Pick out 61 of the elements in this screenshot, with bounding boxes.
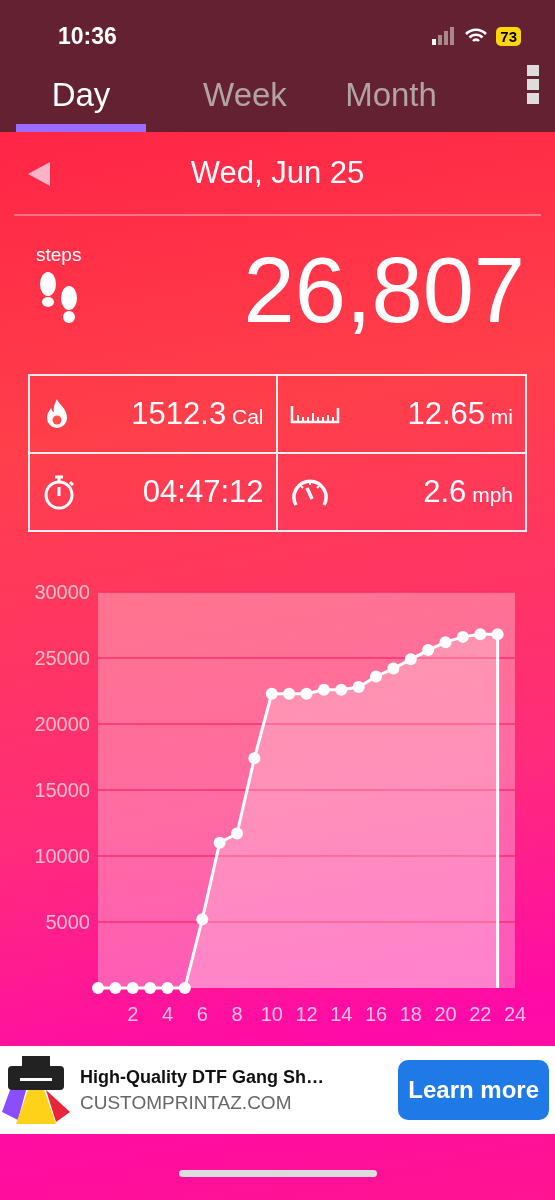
- data-point: [196, 913, 209, 926]
- data-point: [456, 630, 469, 643]
- data-point: [248, 752, 261, 765]
- data-point: [231, 827, 243, 840]
- x-tick-label: 24: [503, 1003, 527, 1025]
- stopwatch-icon: [42, 473, 76, 511]
- ruler-icon: [289, 404, 340, 424]
- stat-value: 1512.3 Cal: [131, 396, 264, 432]
- x-tick-label: 4: [161, 1003, 174, 1025]
- y-tick-label: 5000: [45, 911, 90, 933]
- steps-count: 26,807: [243, 244, 525, 343]
- data-point: [178, 982, 191, 994]
- data-point: [317, 683, 330, 696]
- y-tick-label: 25000: [34, 647, 90, 669]
- data-point: [352, 681, 365, 694]
- x-tick-label: 8: [231, 1003, 243, 1025]
- y-tick-label: 30000: [34, 581, 90, 603]
- data-point: [109, 982, 122, 994]
- tab[interactable]: Week: [180, 76, 310, 132]
- data-point: [370, 670, 382, 683]
- x-tick-label: 20: [434, 1003, 457, 1025]
- stat-value: 12.65 mi: [407, 396, 513, 432]
- x-tick-label: 6: [196, 1003, 208, 1025]
- date-title: Wed, Jun 25: [190, 155, 365, 191]
- learn-more-button[interactable]: Learn more: [398, 1060, 549, 1120]
- data-point: [387, 662, 400, 675]
- y-tick-label: 15000: [34, 779, 90, 801]
- x-tick-label: 10: [260, 1003, 283, 1025]
- stat-value: 04:47:12: [142, 474, 264, 510]
- data-point: [404, 653, 417, 666]
- data-point: [439, 636, 452, 649]
- data-point: [92, 982, 104, 994]
- status-time: 10:36: [58, 22, 117, 50]
- x-tick-label: 14: [330, 1003, 353, 1025]
- y-tick-label: 10000: [34, 845, 90, 867]
- data-point: [265, 687, 278, 700]
- data-point: [213, 836, 226, 849]
- menu-button[interactable]: [527, 65, 539, 104]
- data-point: [491, 628, 504, 641]
- x-tick-label: 22: [469, 1003, 492, 1025]
- data-point: [300, 687, 313, 700]
- data-point: [335, 683, 348, 696]
- tab[interactable]: Day: [16, 76, 146, 132]
- tab[interactable]: Month: [326, 76, 456, 132]
- x-tick-label: 2: [127, 1003, 139, 1025]
- ad-domain: CUSTOMPRINTAZ.COM: [80, 1091, 293, 1114]
- signal-icon: [432, 27, 457, 45]
- stat-value: 2.6 mph: [423, 474, 513, 510]
- data-point: [161, 982, 174, 994]
- battery-level: 73: [496, 26, 521, 46]
- data-point: [422, 644, 435, 657]
- y-tick-label: 20000: [34, 713, 90, 735]
- ad-title[interactable]: High-Quality DTF Gang Sh…: [80, 1066, 399, 1088]
- x-tick-label: 18: [399, 1003, 422, 1025]
- x-tick-label: 12: [295, 1003, 318, 1025]
- data-point: [283, 687, 296, 700]
- data-point: [126, 982, 139, 994]
- steps-label: steps: [36, 244, 82, 266]
- x-tick-label: 16: [364, 1003, 388, 1025]
- data-point: [474, 628, 487, 641]
- data-point: [144, 982, 157, 994]
